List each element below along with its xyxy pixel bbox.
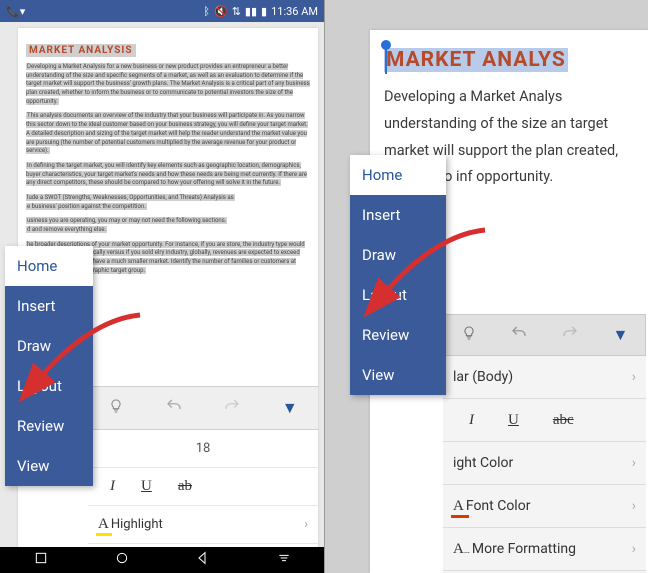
doc-paragraph[interactable]: usiness you are operating, you may or ma… — [26, 217, 310, 234]
menu-item-insert[interactable]: Insert — [5, 286, 93, 326]
doc-title: MARKET ANALYS — [384, 48, 568, 72]
format-panel: lar (Body)› I U abc ight Color› A Font C… — [443, 356, 646, 573]
menu-item-layout[interactable]: Layout — [350, 275, 446, 315]
clock: 11:36 AM — [271, 5, 318, 18]
mute-icon: 🔇 — [214, 5, 228, 18]
wifi-icon: ⇅ — [232, 5, 241, 18]
ribbon-tab-menu: Home Insert Draw Layout Review View — [350, 155, 446, 395]
menu-item-view[interactable]: View — [5, 446, 93, 486]
lightbulb-icon[interactable] — [108, 398, 124, 418]
recent-apps-icon[interactable] — [33, 550, 49, 570]
chevron-right-icon: › — [632, 369, 636, 385]
more-formatting-row[interactable]: A… More Formatting› — [443, 528, 646, 571]
menu-lines-icon[interactable] — [276, 550, 292, 570]
highlight-row[interactable]: ight Color› — [443, 442, 646, 485]
chevron-right-icon: › — [632, 541, 636, 557]
doc-paragraph[interactable]: This analysis documents an overview of t… — [26, 112, 310, 155]
format-panel: 18 I U ab A Highlight › A Font Color › — [88, 430, 318, 547]
bluetooth-icon: ᛒ — [203, 5, 210, 18]
text-style-row: I U ab — [88, 468, 318, 506]
strike-button[interactable]: ab — [178, 478, 192, 495]
expand-toolbar-icon[interactable]: ▼ — [282, 398, 298, 418]
android-statusbar: 📞▾ ᛒ 🔇 ⇅ ▮▮ ▮ 11:36 AM — [0, 0, 324, 22]
undo-icon[interactable] — [510, 324, 528, 346]
menu-item-insert[interactable]: Insert — [350, 195, 446, 235]
signal-icon: ▮▮ — [245, 5, 257, 18]
font-size-row[interactable]: 18 — [88, 430, 318, 468]
back-icon[interactable] — [195, 550, 211, 570]
expand-toolbar-icon[interactable]: ▼ — [612, 325, 628, 345]
chevron-right-icon: › — [304, 517, 308, 532]
phone-icon: 📞▾ — [6, 5, 25, 18]
highlight-icon: A — [98, 516, 109, 533]
menu-item-home[interactable]: Home — [350, 155, 446, 195]
undo-icon[interactable] — [165, 397, 183, 419]
menu-item-review[interactable]: Review — [5, 406, 93, 446]
android-navbar — [0, 547, 324, 573]
text-cursor — [385, 48, 387, 74]
quick-toolbar: ▼ — [88, 386, 318, 430]
doc-paragraph[interactable]: lude a SWOT (Strengths, Weaknesses, Oppo… — [26, 194, 310, 211]
highlight-row[interactable]: A Highlight › — [88, 506, 318, 544]
home-icon[interactable] — [114, 550, 130, 570]
menu-item-view[interactable]: View — [350, 355, 446, 395]
menu-item-draw[interactable]: Draw — [350, 235, 446, 275]
doc-paragraph[interactable]: Developing a Market Analysis for a new b… — [26, 63, 310, 106]
redo-icon[interactable] — [561, 324, 579, 346]
redo-icon[interactable] — [223, 397, 241, 419]
doc-title[interactable]: MARKET ANALYSIS — [26, 44, 136, 57]
more-formatting-icon: A… — [453, 541, 470, 558]
battery-icon: ▮ — [261, 5, 267, 18]
underline-button[interactable]: U — [141, 478, 152, 495]
fontcolor-icon: A — [453, 498, 464, 515]
text-style-row: I U abc — [443, 399, 646, 442]
menu-item-draw[interactable]: Draw — [5, 326, 93, 366]
doc-paragraph[interactable]: In defining the target market, you will … — [26, 162, 310, 188]
chevron-right-icon: › — [632, 498, 636, 514]
ribbon-tab-menu: Home Insert Draw Layout Review View — [5, 246, 93, 486]
italic-button[interactable]: I — [110, 478, 115, 495]
menu-item-review[interactable]: Review — [350, 315, 446, 355]
chevron-right-icon: › — [632, 455, 636, 471]
strike-button[interactable]: abc — [553, 412, 574, 429]
font-body-row[interactable]: lar (Body)› — [443, 356, 646, 399]
underline-button[interactable]: U — [508, 412, 519, 429]
italic-button[interactable]: I — [469, 412, 474, 429]
menu-item-home[interactable]: Home — [5, 246, 93, 286]
quick-toolbar: ▼ — [443, 314, 646, 356]
menu-item-layout[interactable]: Layout — [5, 366, 93, 406]
fontcolor-row[interactable]: A Font Color› — [443, 485, 646, 528]
lightbulb-icon[interactable] — [461, 325, 477, 345]
